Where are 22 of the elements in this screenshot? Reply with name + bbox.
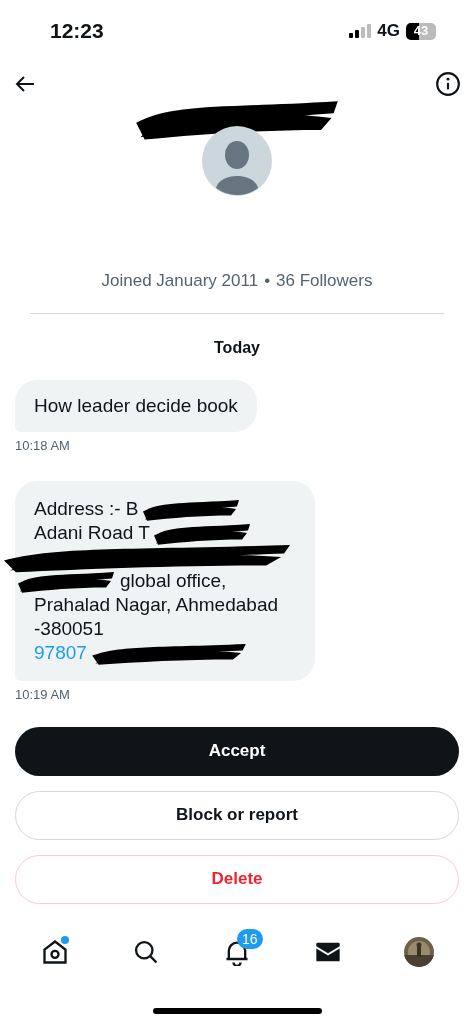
signal-icon	[349, 24, 372, 38]
info-icon[interactable]	[435, 71, 461, 97]
message-text: Adani Road T	[34, 521, 150, 545]
followers-count: 36 Followers	[276, 270, 373, 292]
message-text: Prahalad Nagar, Ahmedabad	[34, 593, 278, 617]
notification-badge: 16	[237, 929, 263, 949]
day-label: Today	[213, 337, 261, 358]
message-text: How leader decide book	[34, 393, 238, 418]
delete-button[interactable]: Delete	[15, 854, 459, 904]
message-time: 10:18 AM	[15, 436, 70, 455]
status-time: 12:23	[50, 18, 104, 45]
separator-dot: •	[264, 270, 271, 292]
accept-button[interactable]: Accept	[15, 726, 459, 776]
avatar-icon	[202, 126, 272, 196]
joined-date: Joined January 2011	[101, 270, 259, 292]
message-time: 10:19 AM	[15, 686, 70, 704]
message-text: -380051	[34, 617, 104, 641]
message-text: Address :- B	[34, 497, 139, 521]
home-icon[interactable]	[41, 938, 70, 966]
message-text: global office,	[120, 569, 227, 593]
network-label: 4G	[377, 20, 400, 43]
block-report-button[interactable]: Block or report	[15, 790, 459, 840]
